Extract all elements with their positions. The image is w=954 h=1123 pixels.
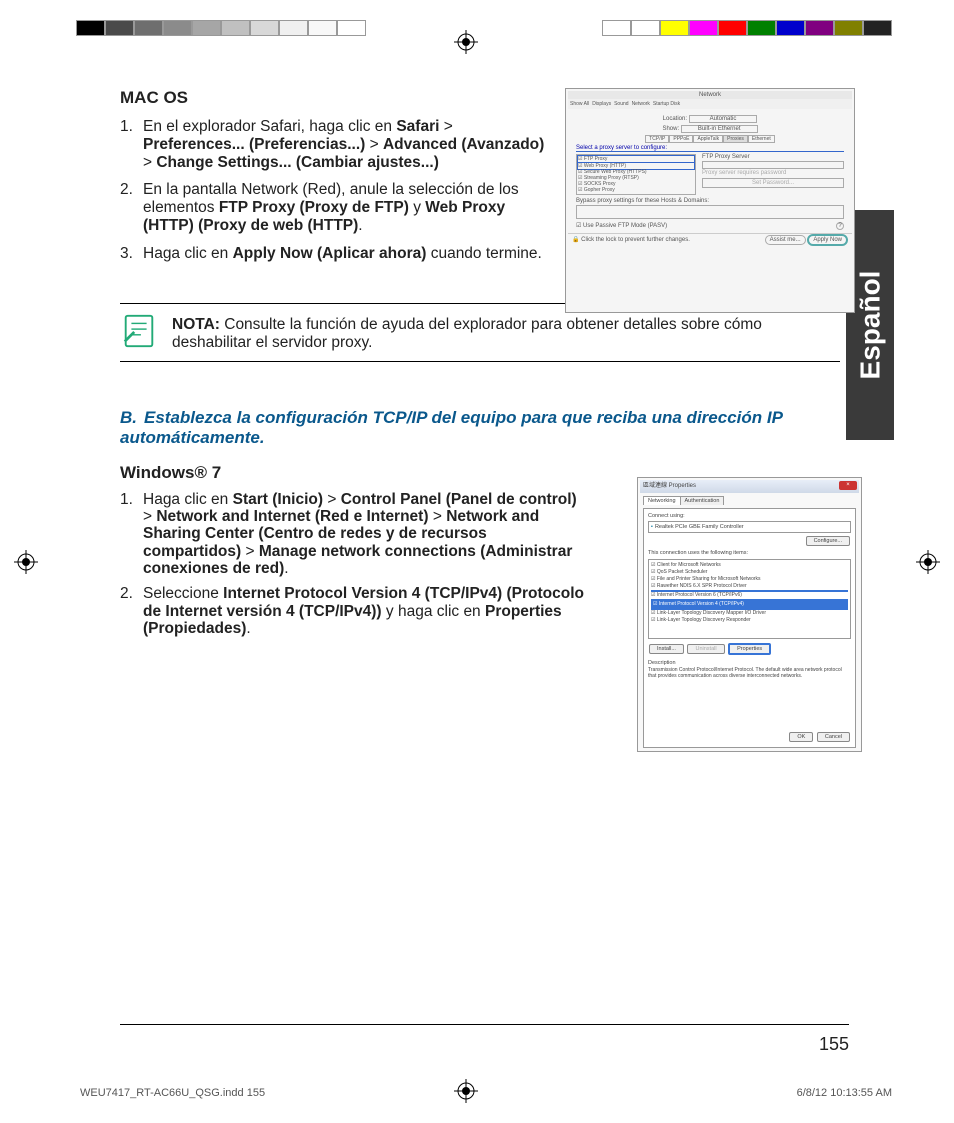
footer-meta: WEU7417_RT-AC66U_QSG.indd 155 6/8/12 10:… — [80, 1087, 892, 1099]
mac-location-value: Automatic — [689, 115, 758, 123]
mac-toolbar: Show AllDisplaysSoundNetworkStartup Disk — [568, 99, 852, 109]
win-properties-button: Properties — [728, 643, 771, 655]
win-connect-using-label: Connect using: — [648, 513, 851, 519]
win-adapter: Realtek PCIe GBE Family Controller — [655, 524, 744, 530]
step-item: 2.En la pantalla Network (Red), anule la… — [143, 181, 545, 234]
mac-req-pwd: Proxy server requires password — [702, 170, 844, 176]
step-number: 3. — [120, 245, 133, 263]
win-cancel-button: Cancel — [817, 732, 850, 742]
win-configure-button: Configure... — [806, 536, 850, 546]
win7-steps: 1.Haga clic en Start (Inicio) > Control … — [120, 491, 585, 638]
win-ok-button: OK — [789, 732, 813, 742]
footer-date: 6/8/12 10:13:55 AM — [797, 1087, 892, 1099]
win-title-text: 區域連線 Properties — [643, 483, 696, 489]
mac-select-proxy-label: Select a proxy server to configure: — [576, 145, 844, 152]
mac-bypass-box — [576, 205, 844, 219]
section-b-title: Establezca la configuración TCP/IP del e… — [120, 408, 782, 447]
win-tabs: NetworkingAuthentication — [643, 496, 856, 505]
win-title-bar: 區域連線 Properties × — [640, 480, 859, 493]
mac-pasv: Use Passive FTP Mode (PASV) — [583, 223, 667, 229]
note-body: Consulte la función de ayuda del explora… — [172, 316, 762, 352]
note-label: NOTA: — [172, 316, 220, 333]
win7-properties-screenshot: 區域連線 Properties × NetworkingAuthenticati… — [637, 477, 862, 752]
section-b-letter: B. — [120, 408, 144, 428]
mac-show-value: Built-in Ethernet — [681, 125, 758, 133]
step-item: 2.Seleccione Internet Protocol Version 4… — [143, 585, 585, 637]
step-number: 2. — [120, 181, 133, 199]
mac-ftp-server-input — [702, 161, 844, 169]
step-number: 1. — [120, 491, 133, 508]
mac-lock-text: Click the lock to prevent further change… — [581, 237, 690, 243]
win-uninstall-button: Uninstall — [687, 644, 724, 654]
mac-location-label: Location: — [663, 116, 687, 122]
section-b-heading: B.Establezca la configuración TCP/IP del… — [120, 408, 840, 449]
close-icon: × — [839, 481, 857, 490]
mac-tabs: TCP/IPPPPoEAppleTalkProxiesEthernet — [576, 136, 844, 142]
win-desc-label: Description — [648, 660, 851, 666]
macos-network-screenshot: Network Show AllDisplaysSoundNetworkStar… — [565, 88, 855, 313]
mac-set-pwd-button: Set Password... — [702, 178, 844, 188]
mac-apply-button: Apply Now — [807, 234, 848, 246]
step-number: 2. — [120, 585, 133, 602]
mac-ftp-server-label: FTP Proxy Server — [702, 154, 844, 160]
registration-mark-icon — [916, 550, 940, 574]
mac-window-title: Network — [568, 91, 852, 99]
section-b: B.Establezca la configuración TCP/IP del… — [120, 408, 840, 638]
footer-line — [120, 1024, 849, 1025]
color-bar-right — [602, 20, 892, 36]
step-number: 1. — [120, 118, 133, 136]
step-item: 3.Haga clic en Apply Now (Aplicar ahora)… — [143, 245, 545, 263]
note-text: NOTA: Consulte la función de ayuda del e… — [172, 312, 840, 353]
page-number: 155 — [819, 1034, 849, 1055]
registration-mark-icon — [454, 30, 478, 54]
win-desc-text: Transmission Control Protocol/Internet P… — [648, 667, 851, 679]
win-uses-items-label: This connection uses the following items… — [648, 550, 851, 556]
note-icon — [120, 312, 158, 350]
footer-file: WEU7417_RT-AC66U_QSG.indd 155 — [80, 1087, 265, 1099]
step-item: 1.En el explorador Safari, haga clic en … — [143, 118, 545, 171]
win-items-list: ☑ Client for Microsoft Networks☑ QoS Pac… — [648, 559, 851, 639]
mac-bypass-label: Bypass proxy settings for these Hosts & … — [576, 198, 844, 204]
mac-assist-button: Assist me... — [765, 235, 806, 245]
mac-proxy-list: ☑ FTP Proxy☑ Web Proxy (HTTP)☑ Secure We… — [576, 154, 696, 195]
win-install-button: Install... — [649, 644, 684, 654]
registration-mark-icon — [14, 550, 38, 574]
macos-steps: 1.En el explorador Safari, haga clic en … — [120, 118, 545, 263]
color-bar-left — [76, 20, 366, 36]
step-item: 1.Haga clic en Start (Inicio) > Control … — [143, 491, 585, 578]
mac-show-label: Show: — [662, 126, 679, 132]
language-tab-label: Español — [854, 271, 886, 380]
